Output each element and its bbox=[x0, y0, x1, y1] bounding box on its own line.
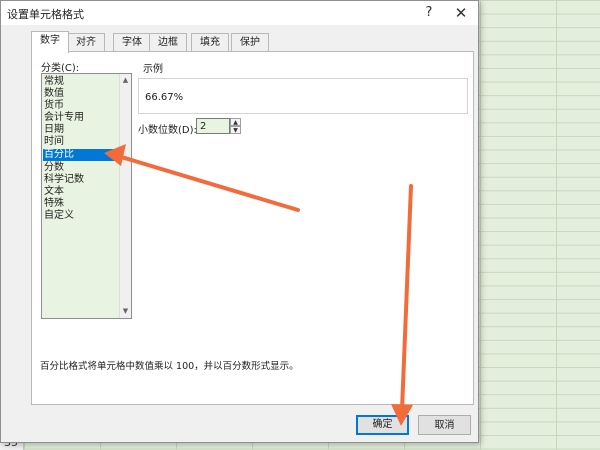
ok-button[interactable]: 确定 bbox=[356, 415, 409, 435]
scroll-down-icon[interactable]: ▼ bbox=[121, 306, 130, 316]
tab-font[interactable]: 字体 bbox=[113, 33, 151, 52]
category-item-selected[interactable]: 百分比 bbox=[43, 149, 119, 161]
close-button[interactable]: ✕ bbox=[447, 2, 475, 24]
help-button[interactable]: ? bbox=[415, 2, 443, 24]
category-item[interactable]: 科学记数 bbox=[43, 174, 119, 186]
tab-number[interactable]: 数字 bbox=[31, 31, 69, 53]
category-item[interactable]: 特殊 bbox=[43, 198, 119, 210]
tab-alignment[interactable]: 对齐 bbox=[67, 33, 105, 52]
cancel-button[interactable]: 取消 bbox=[418, 415, 471, 435]
category-item[interactable]: 常规 bbox=[43, 76, 119, 88]
category-item[interactable]: 货币 bbox=[43, 100, 119, 112]
sample-label: 示例 bbox=[143, 64, 163, 75]
category-item[interactable]: 日期 bbox=[43, 124, 119, 136]
sample-box: 66.67% bbox=[138, 78, 468, 114]
tab-border[interactable]: 边框 bbox=[149, 33, 187, 52]
category-label: 分类(C): bbox=[41, 63, 80, 74]
category-item[interactable]: 文本 bbox=[43, 186, 119, 198]
dialog-titlebar[interactable]: 设置单元格格式 ? ✕ bbox=[1, 1, 478, 25]
dialog-title: 设置单元格格式 bbox=[7, 8, 84, 21]
category-list[interactable]: 常规 数值 货币 会计专用 日期 时间 百分比 分数 科学记数 文本 特殊 自定… bbox=[41, 73, 132, 319]
category-item[interactable]: 数值 bbox=[43, 88, 119, 100]
tab-protection[interactable]: 保护 bbox=[231, 33, 269, 52]
tab-fill[interactable]: 填充 bbox=[191, 33, 229, 52]
category-scrollbar[interactable]: ▲ ▼ bbox=[119, 74, 131, 318]
category-item[interactable]: 时间 bbox=[43, 136, 119, 148]
number-tab-panel: 分类(C): 常规 数值 货币 会计专用 日期 时间 百分比 分数 科学记数 文… bbox=[31, 51, 474, 405]
category-item[interactable]: 分数 bbox=[43, 162, 119, 174]
category-item[interactable]: 会计专用 bbox=[43, 112, 119, 124]
dialog-body: 数字 对齐 字体 边框 填充 保护 分类(C): 常规 数值 货币 会计专用 日… bbox=[1, 25, 478, 442]
decimal-places-label: 小数位数(D): bbox=[138, 125, 197, 136]
scroll-up-icon[interactable]: ▲ bbox=[121, 75, 130, 85]
format-cells-dialog: 设置单元格格式 ? ✕ 数字 对齐 字体 边框 填充 保护 分类(C): 常规 … bbox=[0, 0, 479, 443]
spin-up-icon[interactable]: ▲ bbox=[230, 118, 241, 126]
decimal-places-input[interactable]: 2 bbox=[196, 118, 230, 134]
spin-down-icon[interactable]: ▼ bbox=[230, 126, 241, 134]
sample-value: 66.67% bbox=[145, 92, 184, 103]
category-item[interactable]: 自定义 bbox=[43, 210, 119, 222]
format-description: 百分比格式将单元格中数值乘以 100，并以百分数形式显示。 bbox=[40, 361, 299, 372]
